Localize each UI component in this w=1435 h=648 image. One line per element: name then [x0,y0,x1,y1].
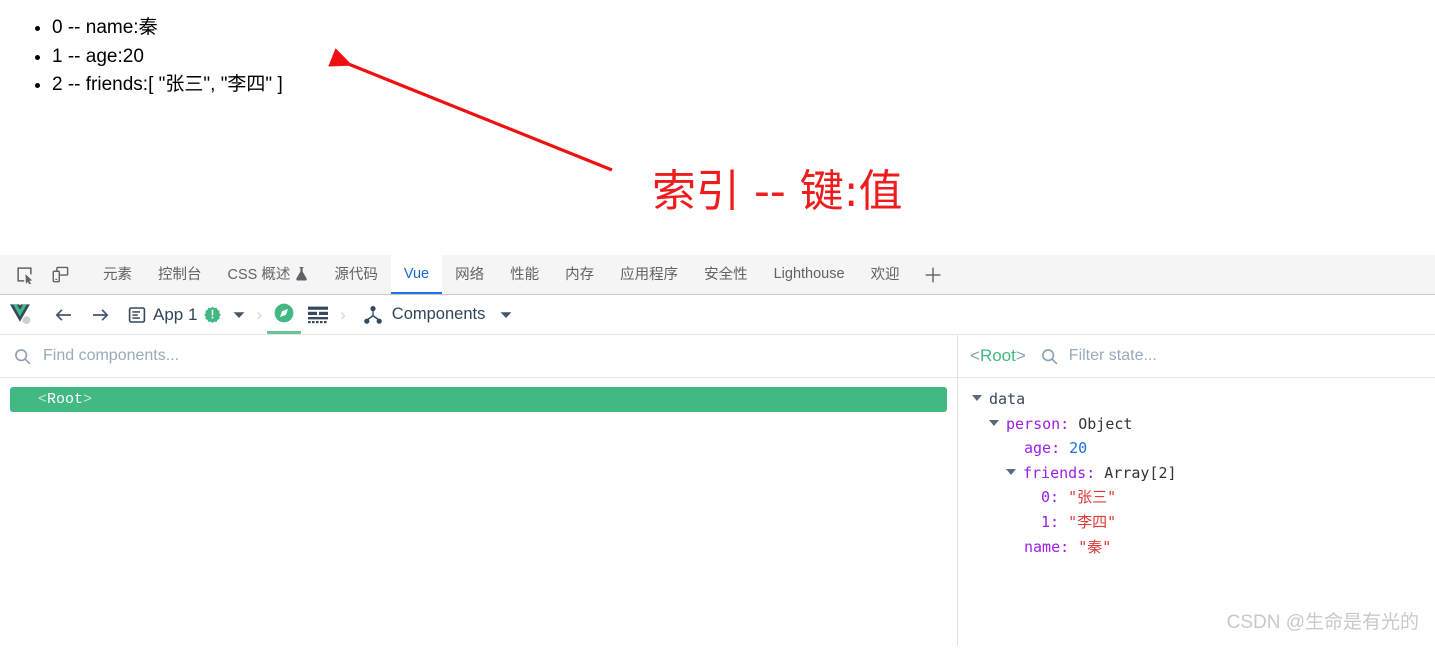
app-badge [204,306,222,323]
filter-search-icon [1041,348,1058,365]
state-value: Array[2] [1104,463,1177,482]
breadcrumb-separator-1: › [256,304,263,324]
state-row[interactable]: 1: "李四" [958,510,1435,535]
devtools-split: <Root> <Root> dataperson: Objectage: 20f… [0,335,1435,646]
vue-devtools-toolbar: App 1 › › Components [0,295,1435,335]
tab-label: 安全性 [704,267,748,283]
component-search-row [0,335,957,378]
state-row[interactable]: friends: Array[2] [958,461,1435,486]
component-tree-item-root[interactable]: < Root > [10,387,947,412]
state-row[interactable]: name: "秦" [958,535,1435,560]
tab-label: 源代码 [334,267,378,283]
devtools-tab-Vue[interactable]: Vue [390,255,443,294]
devtools-tab-源代码[interactable]: 源代码 [321,255,391,294]
rendered-page-region: 0 -- name:秦1 -- age:202 -- friends:[ "张三… [0,0,1435,255]
devtools-panel: 元素 控制台 CSS 概述 源代码 Vue 网络 性能 内存 应用程序 安全性 Lighthouse… [0,255,1435,648]
root-name: Root [47,391,84,408]
state-key: name: [1024,537,1079,556]
devtools-tab-应用程序[interactable]: 应用程序 [607,255,691,294]
state-root-open-bracket: < [970,346,980,365]
state-root-label: <Root> [970,346,1026,366]
devtools-tab-CSS 概述[interactable]: CSS 概述 [215,255,322,294]
devtools-tab-控制台[interactable]: 控制台 [145,255,215,294]
vue-logo-icon [0,303,44,327]
tabbar-divider [78,255,90,294]
tab-label: 元素 [103,267,132,283]
component-tree-icon [363,305,383,325]
csdn-watermark: CSDN @生命是有光的 [1226,612,1419,633]
app-icon [128,306,146,324]
person-entry-item: 2 -- friends:[ "张三", "李四" ] [52,71,1435,100]
tab-label: Lighthouse [773,265,845,282]
state-value: "秦" [1078,537,1112,556]
device-toolbar-icon[interactable] [42,255,78,294]
back-button[interactable] [44,296,82,334]
state-key: 1: [1041,512,1069,531]
root-open-bracket: < [38,391,48,408]
tab-label: 欢迎 [870,267,900,283]
filter-state-input[interactable] [1066,346,1397,366]
tab-label: 性能 [510,267,540,283]
component-tree: < Root > [0,378,957,646]
state-key: age: [1024,439,1070,458]
devtools-tab-Lighthouse[interactable]: Lighthouse [761,255,858,294]
annotation-label: 索引 -- 键:值 [652,166,903,217]
app-dropdown-icon[interactable] [228,308,245,322]
person-entries-list: 0 -- name:秦1 -- age:202 -- friends:[ "张三… [0,0,1435,100]
breadcrumb-separator-2: › [340,304,346,324]
tab-label: 控制台 [158,267,202,283]
root-close-bracket: > [83,391,93,408]
forward-button[interactable] [82,296,120,334]
person-entry-item: 0 -- name:秦 [52,14,1435,43]
state-pane: <Root> dataperson: Objectage: 20friends:… [958,335,1435,646]
devtools-tab-欢迎[interactable]: 欢迎 [858,255,913,294]
tab-label: Vue [403,265,430,282]
caret-down-icon[interactable] [972,395,982,401]
state-row[interactable]: person: Object [958,412,1435,437]
components-dropdown-icon[interactable] [494,311,512,319]
state-value: 20 [1069,439,1088,458]
state-key: 0: [1041,488,1069,507]
state-value: "张三" [1068,488,1117,507]
state-root-close-bracket: > [1015,346,1026,365]
state-value: "李四" [1068,512,1117,531]
add-tab-button[interactable] [913,255,953,294]
timeline-icon[interactable] [301,296,335,334]
person-entry-item: 1 -- age:20 [52,43,1435,72]
state-header: <Root> [958,335,1435,378]
tab-label: 网络 [455,267,485,283]
state-root-name: Root [979,346,1016,365]
state-key: data [989,390,1026,408]
devtools-tab-内存[interactable]: 内存 [552,255,607,294]
state-key: friends: [1023,463,1105,482]
state-key: person: [1006,414,1079,433]
search-input[interactable] [41,346,894,366]
tab-label: 应用程序 [620,267,679,283]
inspect-element-icon[interactable] [6,255,42,294]
devtools-tab-安全性[interactable]: 安全性 [691,255,761,294]
components-panel-label: Components [391,305,486,323]
app-selector[interactable]: App 1 [120,305,251,325]
components-pane: <Root> [0,335,958,646]
state-row[interactable]: 0: "张三" [958,485,1435,510]
inspector-compass-icon[interactable] [267,296,302,334]
caret-down-icon[interactable] [1006,468,1016,475]
devtools-tab-元素[interactable]: 元素 [90,255,145,294]
devtools-tabbar: 元素 控制台 CSS 概述 源代码 Vue 网络 性能 内存 应用程序 安全性 Lighthouse… [0,255,1435,295]
caret-down-icon[interactable] [989,419,999,426]
app-label: App 1 [153,304,198,324]
tab-label: 内存 [565,267,595,283]
state-row[interactable]: data [958,387,1435,412]
devtools-tab-性能[interactable]: 性能 [497,255,552,294]
tab-label: CSS 概述 [227,267,291,283]
components-panel-selector[interactable]: Components [351,305,513,325]
devtools-tab-网络[interactable]: 网络 [442,255,497,294]
state-row[interactable]: age: 20 [958,436,1435,461]
flask-icon [295,266,308,281]
search-icon [14,348,31,365]
state-tree: data person: Object age: 20 friends: Array[… [958,378,1435,646]
state-value: Object [1078,414,1133,433]
